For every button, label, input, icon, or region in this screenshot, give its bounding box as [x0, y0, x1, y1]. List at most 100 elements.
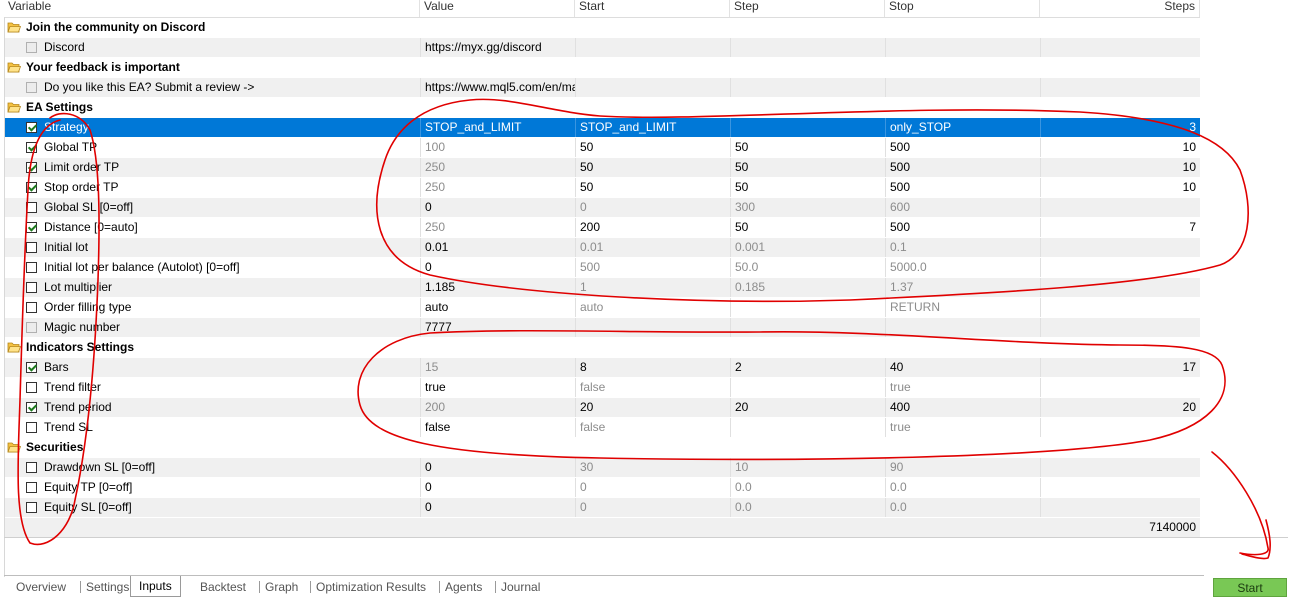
value-cell[interactable]: false — [420, 418, 575, 437]
start-cell[interactable]: auto — [575, 298, 730, 317]
stop-cell[interactable]: 0.0 — [885, 478, 1040, 497]
start-cell[interactable]: false — [575, 378, 730, 397]
optimize-checkbox[interactable] — [26, 362, 37, 373]
step-cell[interactable]: 50 — [730, 218, 885, 237]
start-cell[interactable]: 8 — [575, 358, 730, 377]
stop-cell[interactable]: 90 — [885, 458, 1040, 477]
tab-backtest[interactable]: Backtest — [200, 578, 246, 596]
start-cell[interactable] — [575, 318, 730, 337]
stop-cell[interactable]: 0.0 — [885, 498, 1040, 517]
tab-graph[interactable]: Graph — [265, 578, 298, 596]
parameter-row[interactable]: Equity TP [0=off] 0 0 0.0 0.0 — [4, 478, 1200, 498]
value-cell[interactable]: 250 — [420, 218, 575, 237]
column-header-value[interactable]: Value — [420, 0, 575, 17]
stop-cell[interactable]: 400 — [885, 398, 1040, 417]
step-cell[interactable] — [730, 378, 885, 397]
value-cell[interactable]: 0.01 — [420, 238, 575, 257]
stop-cell[interactable]: 40 — [885, 358, 1040, 377]
optimize-checkbox[interactable] — [26, 202, 37, 213]
stop-cell[interactable] — [885, 78, 1040, 97]
optimize-checkbox[interactable] — [26, 322, 37, 333]
parameter-row[interactable]: Strategy STOP_and_LIMIT STOP_and_LIMIT only… — [4, 118, 1200, 138]
parameter-row[interactable]: Trend period 200 20 20 400 20 — [4, 398, 1200, 418]
optimize-checkbox[interactable] — [26, 382, 37, 393]
optimize-checkbox[interactable] — [26, 82, 37, 93]
step-cell[interactable]: 50 — [730, 158, 885, 177]
value-cell[interactable]: 0 — [420, 458, 575, 477]
optimize-checkbox[interactable] — [26, 222, 37, 233]
start-cell[interactable] — [575, 38, 730, 57]
value-cell[interactable]: 0 — [420, 478, 575, 497]
parameter-row[interactable]: Global SL [0=off] 0 0 300 600 — [4, 198, 1200, 218]
optimize-checkbox[interactable] — [26, 182, 37, 193]
stop-cell[interactable]: 5000.0 — [885, 258, 1040, 277]
stop-cell[interactable]: 500 — [885, 138, 1040, 157]
optimize-checkbox[interactable] — [26, 122, 37, 133]
parameter-row[interactable]: Initial lot 0.01 0.01 0.001 0.1 — [4, 238, 1200, 258]
value-cell[interactable]: 1.185 — [420, 278, 575, 297]
parameter-row[interactable]: Discord https://myx.gg/discord — [4, 38, 1200, 58]
step-cell[interactable]: 50 — [730, 138, 885, 157]
start-cell[interactable]: 50 — [575, 158, 730, 177]
step-cell[interactable]: 0.0 — [730, 498, 885, 517]
step-cell[interactable]: 300 — [730, 198, 885, 217]
parameter-row[interactable]: Do you like this EA? Submit a review -> h… — [4, 78, 1200, 98]
tab-optimization-results[interactable]: Optimization Results — [316, 578, 426, 596]
start-cell[interactable]: 20 — [575, 398, 730, 417]
optimize-checkbox[interactable] — [26, 162, 37, 173]
parameter-row[interactable]: Bars 15 8 2 40 17 — [4, 358, 1200, 378]
start-cell[interactable]: 0.01 — [575, 238, 730, 257]
tab-settings[interactable]: Settings — [86, 578, 129, 596]
tab-agents[interactable]: Agents — [445, 578, 482, 596]
step-cell[interactable]: 50 — [730, 178, 885, 197]
value-cell[interactable]: 250 — [420, 158, 575, 177]
optimize-checkbox[interactable] — [26, 422, 37, 433]
start-cell[interactable]: 0 — [575, 478, 730, 497]
optimize-checkbox[interactable] — [26, 242, 37, 253]
tab-overview[interactable]: Overview — [16, 578, 66, 596]
start-cell[interactable]: 50 — [575, 138, 730, 157]
stop-cell[interactable]: 600 — [885, 198, 1040, 217]
optimize-checkbox[interactable] — [26, 282, 37, 293]
stop-cell[interactable]: 0.1 — [885, 238, 1040, 257]
stop-cell[interactable]: RETURN — [885, 298, 1040, 317]
optimize-checkbox[interactable] — [26, 402, 37, 413]
start-button[interactable]: Start — [1213, 578, 1287, 597]
value-cell[interactable]: 200 — [420, 398, 575, 417]
stop-cell[interactable] — [885, 38, 1040, 57]
step-cell[interactable] — [730, 418, 885, 437]
start-cell[interactable]: 0 — [575, 198, 730, 217]
step-cell[interactable] — [730, 118, 885, 137]
parameter-row[interactable]: Order filling type auto auto RETURN — [4, 298, 1200, 318]
step-cell[interactable] — [730, 38, 885, 57]
start-cell[interactable]: false — [575, 418, 730, 437]
group-row[interactable]: Indicators Settings — [4, 338, 1200, 358]
stop-cell[interactable]: 500 — [885, 158, 1040, 177]
value-cell[interactable]: 0 — [420, 498, 575, 517]
stop-cell[interactable]: true — [885, 378, 1040, 397]
step-cell[interactable] — [730, 298, 885, 317]
tab-inputs[interactable]: Inputs — [130, 576, 181, 597]
parameter-row[interactable]: Global TP 100 50 50 500 10 — [4, 138, 1200, 158]
step-cell[interactable]: 0.001 — [730, 238, 885, 257]
parameter-row[interactable]: Trend filter true false true — [4, 378, 1200, 398]
step-cell[interactable]: 10 — [730, 458, 885, 477]
column-header-start[interactable]: Start — [575, 0, 730, 17]
group-row[interactable]: EA Settings — [4, 98, 1200, 118]
value-cell[interactable]: 7777 — [420, 318, 575, 337]
optimize-checkbox[interactable] — [26, 482, 37, 493]
step-cell[interactable]: 50.0 — [730, 258, 885, 277]
step-cell[interactable] — [730, 318, 885, 337]
step-cell[interactable]: 20 — [730, 398, 885, 417]
parameter-row[interactable]: Lot multiplier 1.185 1 0.185 1.37 — [4, 278, 1200, 298]
value-cell[interactable]: https://www.mql5.com/en/market/product/6… — [420, 78, 575, 97]
value-cell[interactable]: auto — [420, 298, 575, 317]
group-row[interactable]: Securities — [4, 438, 1200, 458]
parameter-row[interactable]: Equity SL [0=off] 0 0 0.0 0.0 — [4, 498, 1200, 518]
value-cell[interactable]: 0 — [420, 258, 575, 277]
optimize-checkbox[interactable] — [26, 142, 37, 153]
stop-cell[interactable]: true — [885, 418, 1040, 437]
parameter-row[interactable]: Trend SL false false true — [4, 418, 1200, 438]
parameter-row[interactable]: Drawdown SL [0=off] 0 30 10 90 — [4, 458, 1200, 478]
value-cell[interactable]: 15 — [420, 358, 575, 377]
